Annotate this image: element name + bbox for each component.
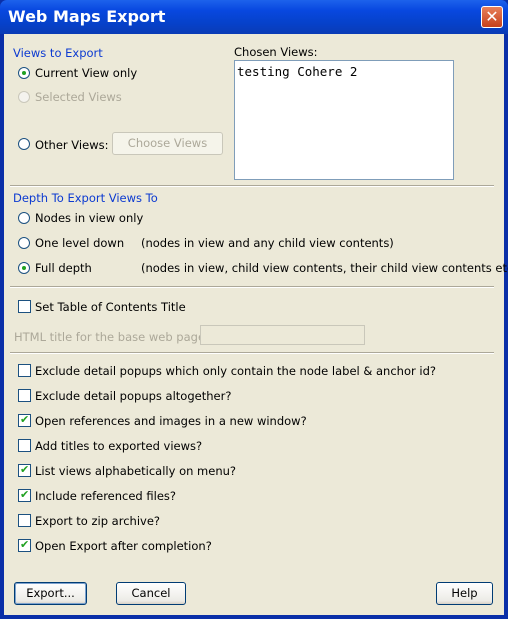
depth-nodes-only-label[interactable]: Nodes in view only xyxy=(35,211,143,225)
depth-nodes-only-radio[interactable] xyxy=(18,212,30,224)
choose-views-button: Choose Views xyxy=(112,132,223,155)
separator xyxy=(10,286,494,288)
current-view-radio[interactable] xyxy=(18,67,30,79)
separator xyxy=(10,185,494,187)
include-referenced-files-checkbox[interactable]: ✔ xyxy=(18,488,31,502)
html-title-label: HTML title for the base web page: xyxy=(14,330,209,344)
depth-one-level-radio[interactable] xyxy=(18,237,30,249)
export-zip-label[interactable]: Export to zip archive? xyxy=(35,514,160,528)
depth-one-level-label[interactable]: One level down xyxy=(35,236,124,250)
other-views-radio[interactable] xyxy=(18,138,30,150)
list-alphabetically-checkbox[interactable]: ✔ xyxy=(18,463,31,477)
cancel-button[interactable]: Cancel xyxy=(116,582,186,605)
html-title-input xyxy=(200,325,365,345)
open-after-export-checkbox[interactable]: ✔ xyxy=(18,538,31,552)
export-button[interactable]: Export... xyxy=(14,582,87,605)
add-titles-label[interactable]: Add titles to exported views? xyxy=(35,439,202,453)
depth-full-note: (nodes in view, child view contents, the… xyxy=(141,261,508,275)
depth-full-radio[interactable] xyxy=(18,262,30,274)
exclude-label-popups-checkbox[interactable] xyxy=(18,364,31,377)
views-section-label: Views to Export xyxy=(13,46,103,60)
depth-one-level-note: (nodes in view and any child view conten… xyxy=(141,236,394,250)
set-toc-title-label[interactable]: Set Table of Contents Title xyxy=(35,300,186,314)
dialog-window: Web Maps Export ✕ Views to Export Curren… xyxy=(0,0,508,619)
exclude-label-popups-label[interactable]: Exclude detail popups which only contain… xyxy=(35,364,436,378)
open-after-export-label[interactable]: Open Export after completion? xyxy=(35,539,212,553)
check-icon: ✔ xyxy=(20,488,30,501)
radio-selected-indicator xyxy=(22,71,26,75)
help-button[interactable]: Help xyxy=(436,582,493,605)
export-zip-checkbox[interactable] xyxy=(18,514,31,527)
set-toc-title-checkbox[interactable] xyxy=(18,300,31,313)
close-icon: ✕ xyxy=(485,7,499,26)
depth-section-label: Depth To Export Views To xyxy=(13,191,158,205)
title-bar[interactable]: Web Maps Export ✕ xyxy=(0,0,508,34)
selected-views-label: Selected Views xyxy=(35,90,122,104)
open-refs-new-window-label[interactable]: Open references and images in a new wind… xyxy=(35,414,307,428)
window-title: Web Maps Export xyxy=(8,7,166,26)
exclude-all-popups-label[interactable]: Exclude detail popups altogether? xyxy=(35,389,231,403)
chosen-views-label: Chosen Views: xyxy=(234,45,318,59)
exclude-all-popups-checkbox[interactable] xyxy=(18,389,31,402)
dialog-body: Views to Export Current View only Select… xyxy=(4,34,508,615)
chosen-view-item[interactable]: testing Cohere 2 xyxy=(237,64,451,79)
list-alphabetically-label[interactable]: List views alphabetically on menu? xyxy=(35,464,236,478)
close-button[interactable]: ✕ xyxy=(481,6,503,28)
depth-full-label[interactable]: Full depth xyxy=(35,261,92,275)
include-referenced-files-label[interactable]: Include referenced files? xyxy=(35,489,176,503)
check-icon: ✔ xyxy=(20,538,30,551)
add-titles-checkbox[interactable] xyxy=(18,439,31,452)
radio-selected-indicator xyxy=(22,266,26,270)
separator xyxy=(10,352,494,354)
check-icon: ✔ xyxy=(20,413,30,426)
selected-views-radio xyxy=(18,91,30,103)
chosen-views-list[interactable]: testing Cohere 2 xyxy=(234,60,454,180)
open-refs-new-window-checkbox[interactable]: ✔ xyxy=(18,413,31,427)
check-icon: ✔ xyxy=(20,463,30,476)
other-views-label[interactable]: Other Views: xyxy=(35,138,108,152)
current-view-label[interactable]: Current View only xyxy=(35,66,137,80)
